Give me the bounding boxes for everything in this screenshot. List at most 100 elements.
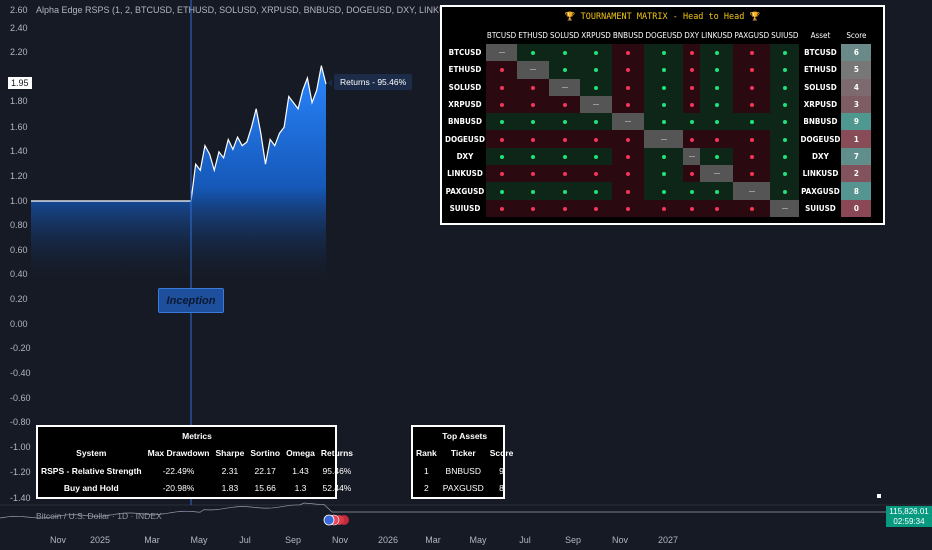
row-asset: XRPUSD bbox=[448, 100, 482, 110]
red-dot-icon bbox=[749, 51, 754, 56]
loss-cell bbox=[733, 78, 771, 96]
red-dot-icon bbox=[626, 85, 631, 90]
diagonal-cell bbox=[517, 61, 549, 79]
red-dot-icon bbox=[499, 68, 504, 73]
top-assets-header: Score bbox=[489, 448, 514, 459]
y-tick: 2.40 bbox=[10, 23, 28, 33]
green-dot-icon bbox=[594, 120, 599, 125]
green-dot-icon bbox=[782, 51, 787, 56]
win-cell bbox=[733, 113, 771, 131]
top-assets-header: Rank bbox=[416, 448, 437, 459]
x-tick: Sep bbox=[284, 535, 302, 545]
green-dot-icon bbox=[689, 120, 694, 125]
red-dot-icon bbox=[661, 206, 666, 211]
loss-cell bbox=[683, 165, 701, 183]
matrix-row: XRPUSD XRPUSD 3 bbox=[444, 95, 872, 114]
green-dot-icon bbox=[562, 68, 567, 73]
tournament-matrix: 🏆 TOURNAMENT MATRIX - Head to Head 🏆 BTC… bbox=[440, 5, 885, 225]
green-dot-icon bbox=[531, 189, 536, 194]
score-cell: 9 bbox=[841, 113, 872, 131]
red-dot-icon bbox=[689, 85, 694, 90]
loss-cell bbox=[683, 78, 701, 96]
green-dot-icon bbox=[689, 189, 694, 194]
loss-cell bbox=[683, 44, 701, 62]
asset-name: BNBUSD bbox=[803, 117, 838, 127]
red-dot-icon bbox=[626, 103, 631, 108]
event-badges[interactable] bbox=[323, 514, 349, 526]
loss-cell bbox=[548, 165, 581, 183]
win-cell bbox=[548, 44, 581, 62]
y-tick: -0.80 bbox=[10, 417, 31, 427]
y-tick: 1.80 bbox=[10, 96, 28, 106]
price-value: 115,826.01 bbox=[889, 507, 929, 516]
loss-cell bbox=[733, 147, 771, 166]
metrics-cell: 2.31 bbox=[221, 465, 239, 476]
win-cell bbox=[517, 147, 549, 166]
x-tick: Sep bbox=[564, 535, 582, 545]
red-dot-icon bbox=[749, 137, 754, 142]
green-dot-icon bbox=[499, 120, 504, 125]
green-dot-icon bbox=[594, 68, 599, 73]
green-dot-icon bbox=[661, 85, 666, 90]
win-cell bbox=[770, 95, 800, 114]
red-dot-icon bbox=[594, 206, 599, 211]
win-cell bbox=[580, 147, 612, 166]
red-dot-icon bbox=[562, 206, 567, 211]
current-value-label: 1.95 bbox=[8, 77, 32, 89]
diagonal-cell bbox=[580, 95, 612, 114]
symbol-label[interactable]: Bitcoin / U.S. Dollar · 1D · INDEX bbox=[36, 511, 162, 521]
x-tick: 2025 bbox=[89, 535, 111, 545]
win-cell bbox=[485, 113, 518, 131]
x-tick: May bbox=[469, 535, 487, 545]
metrics-header-row: System Max Drawdown Sharpe Sortino Omega Retu… bbox=[38, 445, 356, 463]
matrix-table: BTCUSD ETHUSD SOLUSD XRPUSD BNBUSD DOGEUSD DXY… bbox=[444, 27, 872, 217]
win-cell bbox=[700, 61, 734, 79]
loss-cell bbox=[683, 199, 701, 217]
metrics-cell: 1.43 bbox=[292, 465, 309, 476]
red-dot-icon bbox=[499, 137, 504, 142]
red-dot-icon bbox=[499, 206, 504, 211]
y-tick: -1.20 bbox=[10, 467, 31, 477]
loss-cell bbox=[611, 61, 645, 79]
win-cell bbox=[644, 95, 684, 114]
dash-icon bbox=[688, 155, 695, 157]
red-dot-icon bbox=[531, 103, 536, 108]
win-cell bbox=[517, 44, 549, 62]
matrix-col-header: SOLUSD bbox=[549, 31, 580, 40]
x-tick: Nov bbox=[331, 535, 349, 545]
green-dot-icon bbox=[782, 154, 787, 159]
diagonal-cell bbox=[683, 147, 701, 166]
y-tick: 2.60 bbox=[10, 5, 28, 15]
x-tick: 2026 bbox=[377, 535, 399, 545]
y-tick: 1.00 bbox=[10, 196, 28, 206]
matrix-row: BNBUSD BNBUSD 9 bbox=[444, 113, 872, 131]
diagonal-cell bbox=[548, 78, 581, 96]
red-dot-icon bbox=[689, 206, 694, 211]
red-dot-icon bbox=[562, 172, 567, 177]
red-dot-icon bbox=[499, 172, 504, 177]
green-dot-icon bbox=[714, 189, 719, 194]
matrix-col-header: LINKUSD bbox=[701, 31, 733, 40]
matrix-col-header: ETHUSD bbox=[518, 31, 548, 40]
loss-cell bbox=[485, 95, 518, 114]
loss-cell bbox=[683, 95, 701, 114]
loss-cell bbox=[611, 44, 645, 62]
green-dot-icon bbox=[594, 51, 599, 56]
red-dot-icon bbox=[626, 137, 631, 142]
matrix-row: LINKUSD LINKUSD 2 bbox=[444, 165, 872, 183]
metrics-header: Sortino bbox=[250, 448, 281, 459]
asset-name: BTCUSD bbox=[804, 48, 837, 58]
y-tick: 0.20 bbox=[10, 294, 28, 304]
metrics-header: Omega bbox=[286, 448, 315, 459]
win-cell bbox=[644, 182, 684, 200]
x-tick: Nov bbox=[611, 535, 629, 545]
top-assets-cell: 9 bbox=[499, 465, 504, 476]
green-dot-icon bbox=[782, 68, 787, 73]
loss-cell bbox=[517, 165, 549, 183]
win-cell bbox=[770, 182, 800, 200]
matrix-row: DOGEUSD DOGEUSD 1 bbox=[444, 130, 872, 148]
matrix-col-header: DOGEUSD bbox=[645, 31, 683, 40]
win-cell bbox=[700, 147, 734, 166]
asset-name: DXY bbox=[812, 151, 829, 161]
green-dot-icon bbox=[562, 189, 567, 194]
